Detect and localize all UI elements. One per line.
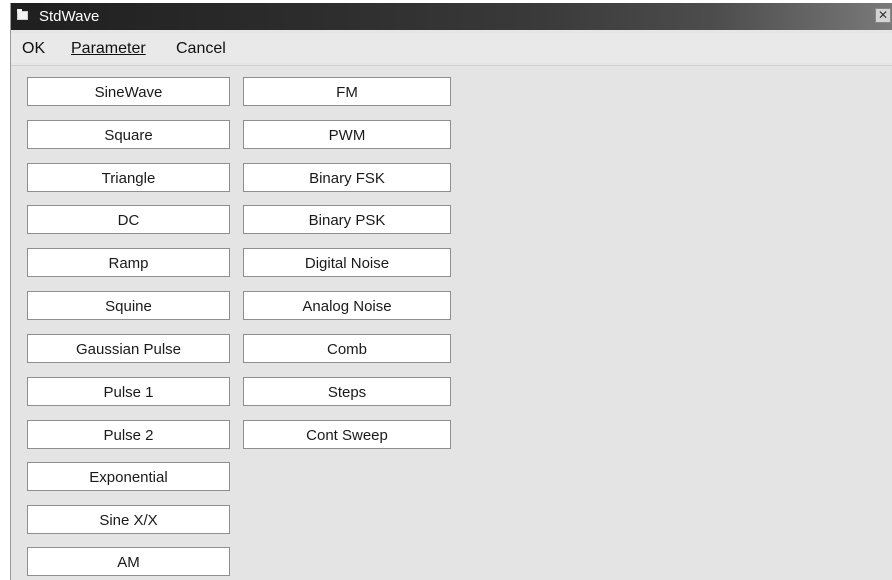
pwm-button[interactable]: PWM <box>243 120 451 149</box>
menu-bar: OK Parameter Cancel <box>11 33 892 63</box>
pulse-2-button[interactable]: Pulse 2 <box>27 420 230 449</box>
ramp-button[interactable]: Ramp <box>27 248 230 277</box>
menu-cancel-label: Cancel <box>176 40 226 57</box>
digital-noise-button[interactable]: Digital Noise <box>243 248 451 277</box>
window-title: StdWave <box>39 8 100 25</box>
sinewave-button[interactable]: SineWave <box>27 77 230 106</box>
gaussian-pulse-button[interactable]: Gaussian Pulse <box>27 334 230 363</box>
triangle-button[interactable]: Triangle <box>27 163 230 192</box>
menu-parameter[interactable]: Parameter <box>71 40 146 58</box>
folder-icon <box>17 9 28 20</box>
waveform-panel: SineWave Square Triangle DC Ramp Squine … <box>11 65 892 580</box>
squine-button[interactable]: Squine <box>27 291 230 320</box>
menu-parameter-label: Parameter <box>71 40 146 57</box>
fm-button[interactable]: FM <box>243 77 451 106</box>
comb-button[interactable]: Comb <box>243 334 451 363</box>
square-button[interactable]: Square <box>27 120 230 149</box>
am-button[interactable]: AM <box>27 547 230 576</box>
binary-fsk-button[interactable]: Binary FSK <box>243 163 451 192</box>
menu-ok-label: OK <box>22 40 46 57</box>
stdwave-window: StdWave ✕ OK Parameter Cancel SineWave S… <box>10 3 892 580</box>
dc-button[interactable]: DC <box>27 205 230 234</box>
title-bar[interactable]: StdWave ✕ <box>11 3 892 30</box>
close-button[interactable]: ✕ <box>875 8 891 23</box>
cont-sweep-button[interactable]: Cont Sweep <box>243 420 451 449</box>
steps-button[interactable]: Steps <box>243 377 451 406</box>
sine-x-x-button[interactable]: Sine X/X <box>27 505 230 534</box>
menu-ok[interactable]: OK <box>22 40 45 58</box>
pulse-1-button[interactable]: Pulse 1 <box>27 377 230 406</box>
binary-psk-button[interactable]: Binary PSK <box>243 205 451 234</box>
analog-noise-button[interactable]: Analog Noise <box>243 291 451 320</box>
exponential-button[interactable]: Exponential <box>27 462 230 491</box>
menu-cancel[interactable]: Cancel <box>176 40 226 58</box>
